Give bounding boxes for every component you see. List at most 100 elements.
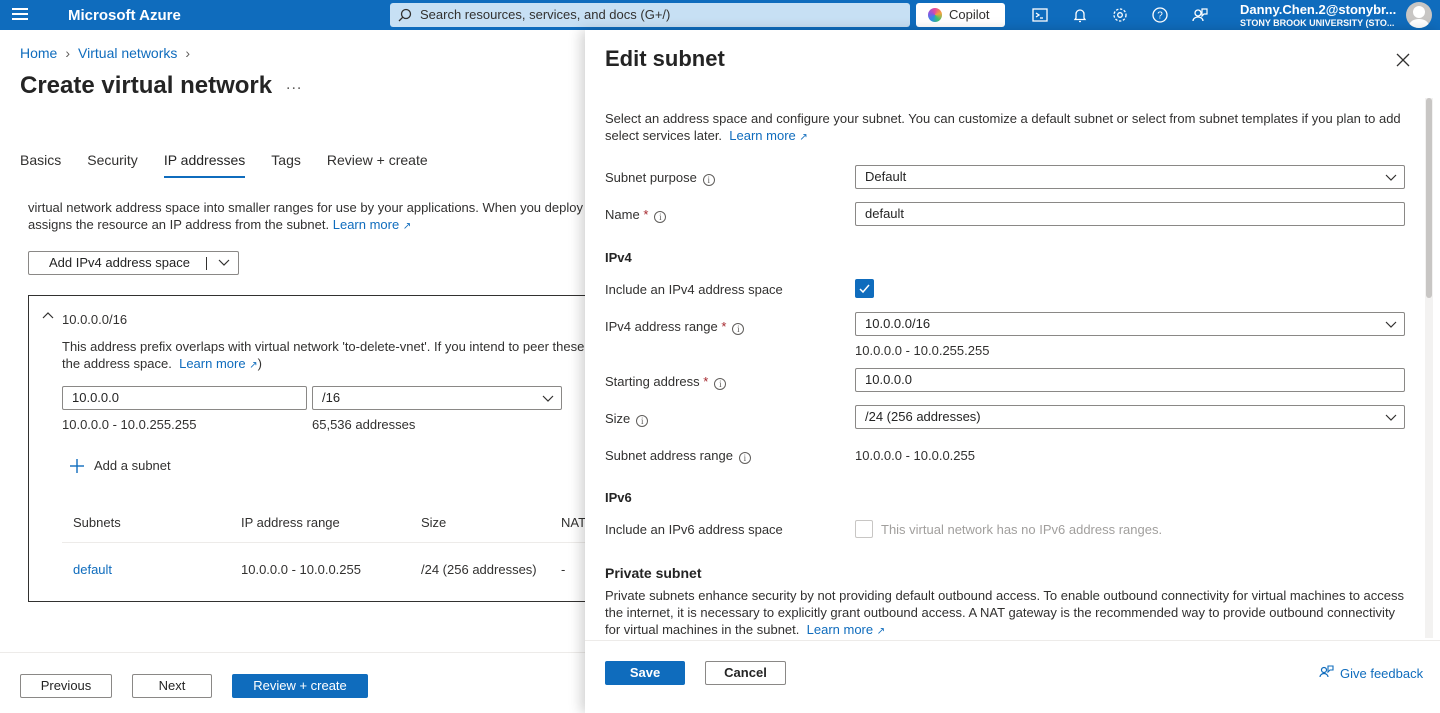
intro-learn-more-link[interactable]: Learn more [729,128,795,143]
search-icon [398,8,412,22]
purpose-select[interactable]: Default [855,165,1405,189]
add-subnet-button[interactable]: Add a subnet [69,458,171,473]
edit-subnet-panel: Edit subnet Select an address space and … [585,30,1440,713]
ipv4-range-text: 10.0.0.0 - 10.0.255.255 [855,343,990,358]
address-count-text: 65,536 addresses [312,417,416,432]
breadcrumb-virtual-networks[interactable]: Virtual networks [78,45,177,61]
purpose-label: Subnet purpose [605,170,697,185]
menu-icon[interactable] [12,8,28,22]
external-link-icon: ↗ [402,221,412,232]
subnet-nat-cell: - [561,562,566,577]
warn-line-2: the address space. [62,356,172,371]
learn-more-link[interactable]: Learn more [333,217,399,232]
next-button[interactable]: Next [132,674,212,698]
subnet-size-cell: /24 (256 addresses) [421,562,537,577]
info-icon[interactable]: i [636,415,649,427]
panel-scrollbar[interactable] [1425,98,1433,638]
name-label-row: Name * i [605,207,667,223]
cancel-button[interactable]: Cancel [705,661,786,685]
address-space-header[interactable]: 10.0.0.0/16 [42,312,127,327]
panel-intro: Select an address space and configure yo… [605,110,1405,146]
desc-line-1: virtual network address space into small… [28,200,584,215]
info-icon[interactable]: i [654,211,667,223]
tab-review-create[interactable]: Review + create [327,152,428,178]
private-learn-more-link[interactable]: Learn more [807,622,873,637]
address-input[interactable]: 10.0.0.0 [62,386,307,410]
search-input[interactable]: Search resources, services, and docs (G+… [390,3,910,27]
ipv4-heading: IPv4 [605,250,632,265]
size-value: /24 (256 addresses) [865,409,981,424]
chevron-down-icon [1385,174,1397,181]
col-size: Size [421,515,447,530]
start-label-row: Starting address * i [605,374,727,390]
ipv4-range-select[interactable]: 10.0.0.0/16 [855,312,1405,336]
info-icon[interactable]: i [732,323,745,335]
overlap-warning: This address prefix overlaps with virtua… [62,338,586,374]
add-ipv4-label: Add IPv4 address space [49,255,190,270]
purpose-label-row: Subnet purpose i [605,170,715,186]
info-icon[interactable]: i [714,378,727,390]
panel-title: Edit subnet [605,46,725,71]
name-label: Name [605,207,640,222]
save-button[interactable]: Save [605,661,685,685]
warn-line-1: This address prefix overlaps with virtua… [62,339,585,354]
intro-line-2: select services later. [605,128,723,143]
tab-tags[interactable]: Tags [271,152,301,178]
prefix-select[interactable]: /16 [312,386,562,410]
starting-address-input[interactable]: 10.0.0.0 [855,368,1405,392]
chevron-right-icon: › [65,45,71,61]
ipv4-range-value: 10.0.0.0/16 [865,316,931,331]
tab-security[interactable]: Security [87,152,138,178]
ipv6-heading: IPv6 [605,490,632,505]
brand-title[interactable]: Microsoft Azure [68,7,181,24]
info-icon[interactable]: i [738,452,751,464]
size-label-row: Size i [605,411,649,427]
tab-ip-addresses[interactable]: IP addresses [163,152,246,178]
scrollbar-thumb[interactable] [1426,98,1432,298]
previous-button[interactable]: Previous [20,674,112,698]
info-icon[interactable]: i [702,174,715,186]
include-ipv4-checkbox[interactable] [855,279,874,298]
chevron-down-icon [1385,321,1397,328]
copilot-icon [928,8,942,22]
add-ipv4-space-button[interactable]: Add IPv4 address space [28,251,239,275]
copilot-button[interactable]: Copilot [916,3,1005,27]
split-divider [206,257,207,270]
tab-basics[interactable]: Basics [20,152,61,178]
subnet-default-link[interactable]: default [73,562,112,577]
prefix-value: /16 [322,390,341,405]
chevron-right-icon: › [185,45,191,61]
row-divider [62,542,599,543]
cloud-shell-icon[interactable] [1031,6,1049,24]
col-ip-range: IP address range [241,515,340,530]
svg-text:?: ? [1157,11,1163,22]
bell-icon[interactable] [1071,6,1089,24]
feedback-icon[interactable] [1191,6,1209,24]
include-ipv6-checkbox[interactable] [855,520,873,538]
give-feedback-link[interactable]: Give feedback [1318,665,1424,681]
help-icon[interactable]: ? [1151,6,1169,24]
user-org: STONY BROOK UNIVERSITY (STO... [1240,18,1395,28]
tab-bar: Basics Security IP addresses Tags Review… [20,152,454,178]
subnet-range-label-row: Subnet address range i [605,448,751,464]
size-select[interactable]: /24 (256 addresses) [855,405,1405,429]
avatar[interactable] [1406,2,1432,28]
more-icon[interactable]: ... [286,76,302,94]
close-icon[interactable] [1395,52,1411,68]
private-subnet-heading: Private subnet [605,565,702,581]
warn-learn-more-link[interactable]: Learn more [179,356,245,371]
gear-icon[interactable] [1111,6,1129,24]
review-create-button[interactable]: Review + create [232,674,368,698]
name-input[interactable]: default [855,202,1405,226]
account-menu[interactable]: Danny.Chen.2@stonybr... STONY BROOK UNIV… [1240,2,1400,28]
intro-line-1: Select an address space and configure yo… [605,111,1401,126]
panel-footer: Save Cancel Give feedback [585,640,1440,713]
start-label: Starting address [605,374,700,389]
chevron-down-icon [1385,414,1397,421]
breadcrumb-home[interactable]: Home [20,45,57,61]
copilot-label: Copilot [949,7,990,22]
give-feedback-label: Give feedback [1340,666,1424,681]
checkmark-icon [859,284,870,294]
include-ipv4-label: Include an IPv4 address space [605,282,783,297]
chevron-down-icon[interactable] [217,256,231,270]
